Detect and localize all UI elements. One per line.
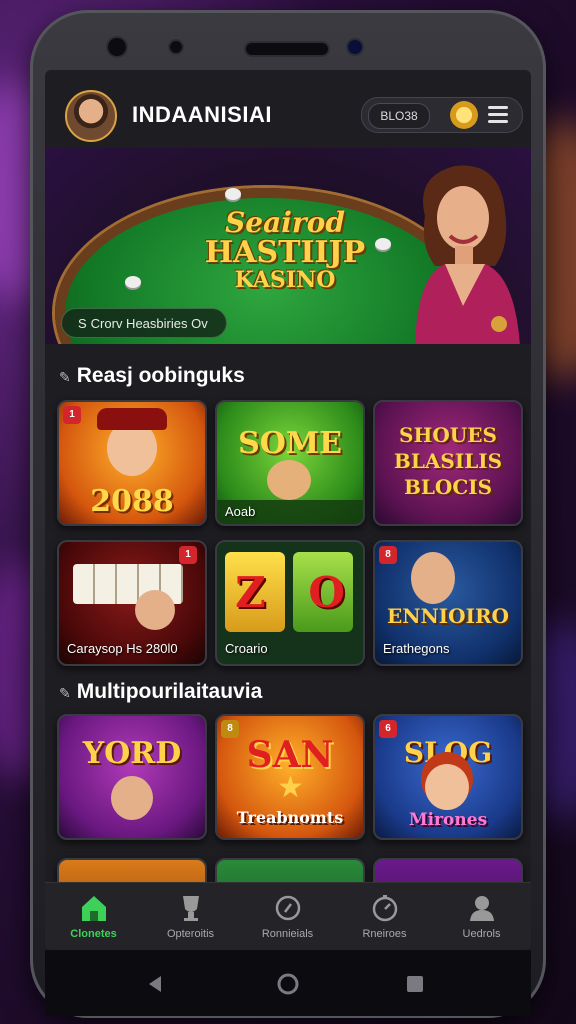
recents-icon[interactable] [405, 974, 425, 994]
speaker-grille [246, 43, 328, 55]
back-icon[interactable] [145, 974, 165, 994]
nav-label: Clonetes [70, 928, 117, 940]
game-tile[interactable]: 8 ENNIOIRO Erathegons [373, 540, 523, 666]
section-title-2-text: Multipourilaitauvia [76, 680, 263, 703]
top-bar: INDAANISIAI BLO38 [45, 70, 531, 148]
section-title-1-text: Reasj oobinguks [76, 364, 245, 387]
brand-title: INDAANISIAI [132, 102, 272, 127]
promo-banner[interactable]: Seairod HASTIIJP KASINO S Crorv Heasbirie… [45, 148, 531, 344]
tile-tag: 1 [63, 406, 81, 424]
tile-caption: Erathegons [383, 641, 450, 656]
nav-label: Uedrols [462, 928, 501, 940]
menu-icon[interactable] [488, 106, 508, 124]
chip-icon [225, 188, 241, 200]
tile-title: 2088 [90, 484, 174, 519]
game-tile[interactable]: Z O Croario [215, 540, 365, 666]
character-face [267, 460, 311, 500]
banner-cta-button[interactable]: S Crorv Heasbiries Ov [61, 308, 227, 338]
tile-title: SHOUES BLASILIS BLOCIS [393, 423, 503, 499]
tile-title: SOME [238, 426, 342, 461]
nav-label: Ronnieials [261, 928, 314, 940]
nav-item-profile[interactable]: Uedrols [433, 883, 530, 950]
tile-subtitle: Mirones [408, 810, 488, 830]
dealer-illustration [415, 165, 520, 344]
tile-title: ENNIOIRO [387, 604, 509, 628]
coin-icon[interactable] [450, 101, 478, 129]
clock-icon [372, 895, 398, 922]
banner-title-line3: KASINO [234, 267, 336, 293]
character-face [135, 590, 175, 630]
character-face [411, 552, 455, 604]
system-nav-bar [45, 950, 531, 1016]
app-screen: INDAANISIAI BLO38 Seairod HASTIIJP KASIN… [45, 70, 531, 950]
game-tile[interactable]: YORD [57, 714, 207, 840]
hat-icon [97, 408, 167, 430]
game-tile[interactable]: 6 SLOG Mirones [373, 714, 523, 840]
chip-icon [125, 276, 141, 288]
home-icon [82, 896, 106, 921]
top-controls: BLO38 [361, 97, 523, 133]
tile-caption: Caraysop Hs 280l0 [67, 641, 178, 656]
bottom-nav: Clonetes Opteroitis Ronnieials Rneiroes … [45, 882, 531, 950]
nav-item-options[interactable]: Opteroitis [142, 883, 239, 950]
banner-title-line2: HASTIIJP [204, 235, 366, 270]
tile-subtitle: Treabnomts [236, 808, 344, 827]
tile-tag: 1 [179, 546, 197, 564]
home-button-icon[interactable] [277, 973, 299, 995]
tile-tag: 8 [379, 546, 397, 564]
nav-label: Rneiroes [362, 928, 407, 940]
banner-cta-text: Crorv Heasbiries Ov [90, 316, 208, 331]
game-tile[interactable]: SOME Aoab [215, 400, 365, 526]
nav-item-recent[interactable]: Rneiroes [336, 883, 433, 950]
camera-left [108, 38, 126, 56]
star-icon: ★ [277, 771, 304, 804]
game-tile[interactable]: SHOUES BLASILIS BLOCIS [373, 400, 523, 526]
phone-frame: INDAANISIAI BLO38 Seairod HASTIIJP KASIN… [30, 10, 546, 1018]
pin-icon: ✎ [59, 369, 71, 385]
avatar[interactable] [65, 90, 117, 142]
tile-title: Z O [235, 568, 345, 617]
balance-badge[interactable]: BLO38 [368, 103, 430, 129]
trophy-icon [183, 896, 199, 921]
user-icon [470, 896, 494, 921]
game-tile[interactable]: 8 SAN ★ Treabnomts [215, 714, 365, 840]
character-face [425, 764, 469, 810]
nav-item-search[interactable]: Ronnieials [239, 883, 336, 950]
game-tile[interactable]: 1 Caraysop Hs 280l0 [57, 540, 207, 666]
tile-title: YORD [82, 736, 182, 771]
tile-caption: Croario [225, 641, 268, 656]
sensor [170, 41, 182, 53]
nav-label: Opteroitis [166, 928, 215, 940]
section-title-1: ✎ Reasj oobinguks [59, 364, 245, 388]
character-face [111, 776, 153, 820]
section-title-2: ✎ Multipourilaitauvia [59, 680, 262, 704]
camera-front [348, 40, 362, 54]
game-tile[interactable]: 1 2088 [57, 400, 207, 526]
nav-item-home[interactable]: Clonetes [45, 883, 142, 950]
search-icon [275, 895, 301, 921]
banner-title: Seairod HASTIIJP KASINO [185, 206, 385, 293]
pin-icon: ✎ [59, 685, 71, 701]
tile-caption: Aoab [225, 504, 256, 519]
banner-cta-prefix: S [78, 316, 87, 331]
